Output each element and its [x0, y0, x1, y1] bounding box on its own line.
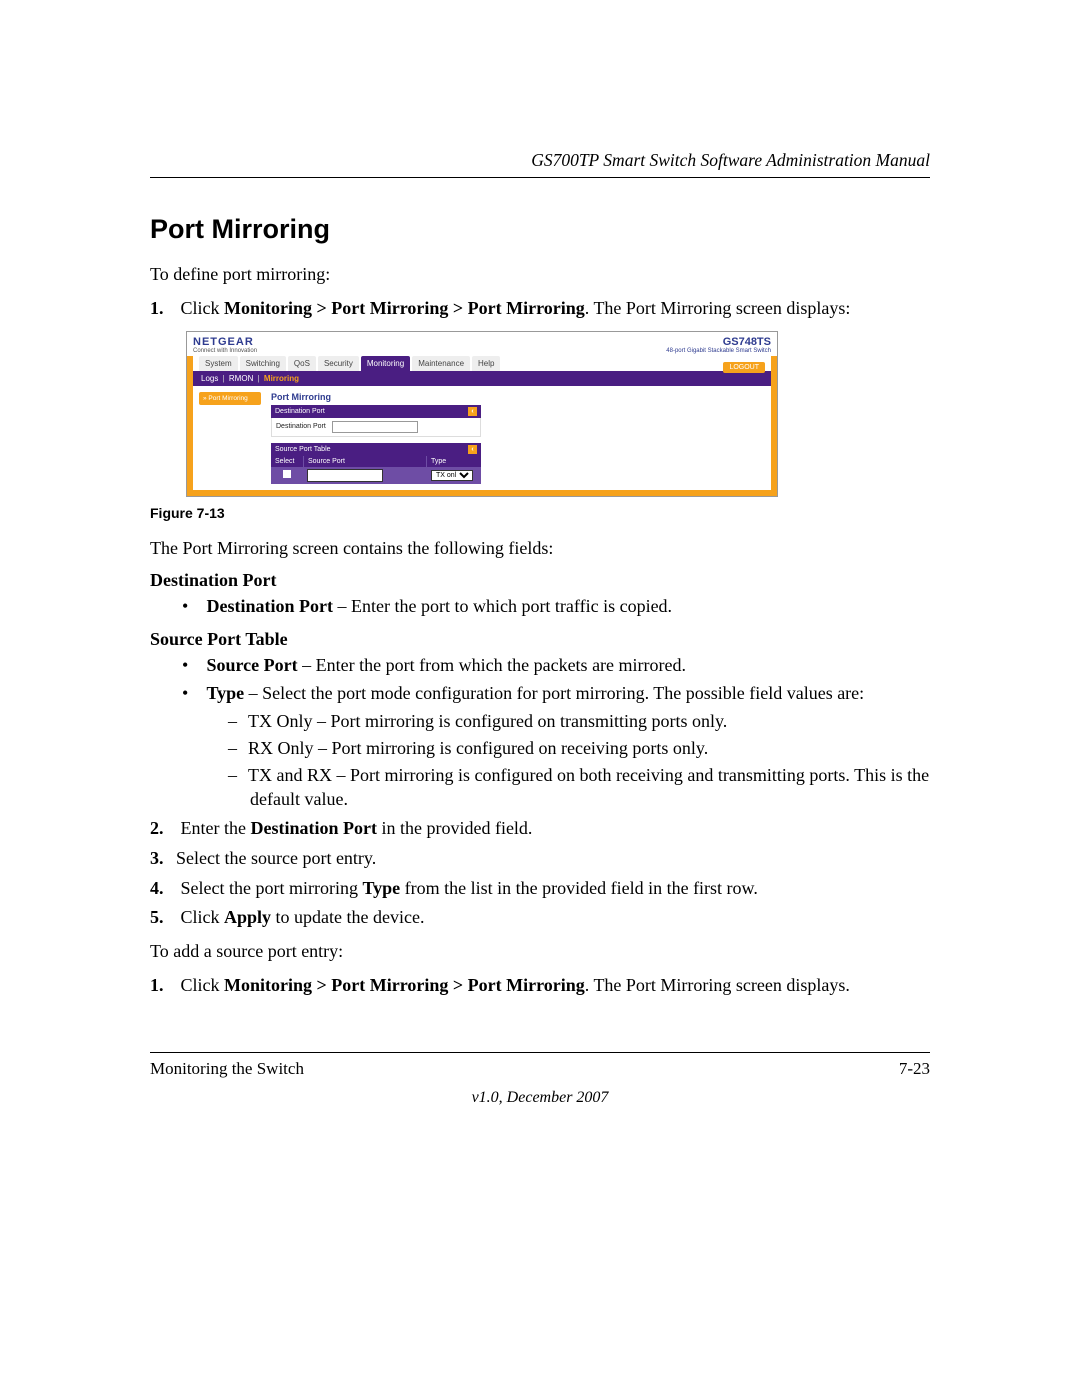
screenshot-header: NETGEAR Connect with Innovation GS748TS …	[187, 332, 777, 356]
figure-screenshot: NETGEAR Connect with Innovation GS748TS …	[186, 331, 778, 497]
tab-maintenance[interactable]: Maintenance	[412, 356, 470, 371]
step4-post: from the list in the provided field in t…	[400, 878, 758, 898]
subnav-logs[interactable]: Logs	[201, 374, 218, 383]
destination-port-row: Destination Port	[271, 418, 481, 437]
step4-pre: Select the port mirroring	[181, 878, 363, 898]
sub-navigation: Logs | RMON | Mirroring	[193, 371, 771, 386]
destination-port-header-label: Destination Port	[275, 408, 325, 415]
figure-caption: Figure 7-13	[150, 505, 930, 521]
tab-system[interactable]: System	[199, 356, 238, 371]
type-value-tx-only: TX Only – Port mirroring is configured o…	[228, 710, 930, 733]
intro-paragraph: To define port mirroring:	[150, 263, 930, 287]
after-figure-paragraph: The Port Mirroring screen contains the f…	[150, 537, 930, 561]
page-footer: Monitoring the Switch 7-23	[150, 1052, 930, 1079]
destination-port-label: Destination Port	[276, 423, 326, 430]
tab-help[interactable]: Help	[472, 356, 500, 371]
collapse-icon[interactable]: ‹	[468, 445, 477, 454]
source-port-table-header: Source Port Table ‹	[271, 443, 481, 456]
subnav-rmon[interactable]: RMON	[229, 374, 253, 383]
logo-block: NETGEAR Connect with Innovation	[193, 336, 257, 354]
sidebar: » Port Mirroring	[199, 392, 261, 484]
logout-button[interactable]: LOGOUT	[723, 362, 765, 373]
destination-port-subheading: Destination Port	[150, 570, 930, 591]
type-value-tx-and-rx: TX and RX – Port mirroring is configured…	[228, 764, 930, 811]
step5-bold: Apply	[224, 907, 271, 927]
add-step1-pre: Click	[181, 975, 225, 995]
add-step1-post: . The Port Mirroring screen displays.	[585, 975, 850, 995]
row-select-checkbox[interactable]	[283, 470, 291, 478]
netgear-logo: NETGEAR	[193, 336, 257, 348]
tab-security[interactable]: Security	[318, 356, 359, 371]
subnav-mirroring[interactable]: Mirroring	[264, 374, 299, 383]
source-port-bullets: Source Port – Enter the port from which …	[182, 654, 930, 811]
dest-bullet-desc: – Enter the port to which port traffic i…	[333, 596, 672, 616]
version-line: v1.0, December 2007	[150, 1089, 930, 1107]
logo-tagline: Connect with Innovation	[193, 348, 257, 354]
step-4: Select the port mirroring Type from the …	[150, 877, 930, 901]
step1-pre: Click	[181, 298, 225, 318]
source-port-input[interactable]	[307, 469, 383, 482]
product-description: 48-port Gigabit Stackable Smart Switch	[666, 348, 771, 354]
step2-pre: Enter the	[181, 818, 251, 838]
main-panel: Port Mirroring Destination Port ‹ Destin…	[271, 392, 481, 484]
footer-left: Monitoring the Switch	[150, 1059, 304, 1079]
procedure-steps-1: Click Monitoring > Port Mirroring > Port…	[150, 297, 930, 321]
destination-port-input[interactable]	[332, 421, 418, 433]
separator: |	[258, 374, 260, 383]
product-info: GS748TS 48-port Gigabit Stackable Smart …	[666, 336, 771, 354]
step-1: Click Monitoring > Port Mirroring > Port…	[150, 297, 930, 321]
tab-switching[interactable]: Switching	[240, 356, 286, 371]
document-page: GS700TP Smart Switch Software Administra…	[150, 150, 930, 1107]
src-b2-desc: – Select the port mode configuration for…	[244, 683, 864, 703]
step2-post: in the provided field.	[377, 818, 532, 838]
sidebar-item-port-mirroring[interactable]: » Port Mirroring	[199, 392, 261, 405]
source-port-table-label: Source Port Table	[275, 446, 331, 453]
col-type: Type	[427, 456, 481, 467]
separator: |	[223, 374, 225, 383]
col-source-port: Source Port	[304, 456, 427, 467]
src-b1-term: Source Port	[207, 655, 298, 675]
step-2: Enter the Destination Port in the provid…	[150, 817, 930, 841]
procedure-steps-2: Enter the Destination Port in the provid…	[150, 817, 930, 930]
dest-bullet: Destination Port – Enter the port to whi…	[182, 595, 930, 619]
add-step1-bold: Monitoring > Port Mirroring > Port Mirro…	[224, 975, 585, 995]
screenshot-body: » Port Mirroring Port Mirroring Destinat…	[193, 386, 771, 490]
add-procedure-steps: Click Monitoring > Port Mirroring > Port…	[150, 974, 930, 998]
type-select[interactable]: TX only	[431, 470, 473, 481]
source-port-subheading: Source Port Table	[150, 629, 930, 650]
step5-post: to update the device.	[271, 907, 424, 927]
tab-monitoring[interactable]: Monitoring	[361, 356, 410, 371]
section-heading: Port Mirroring	[150, 214, 930, 245]
page-header: GS700TP Smart Switch Software Administra…	[150, 150, 930, 178]
source-table-row: TX only	[271, 467, 481, 484]
add-step-1: Click Monitoring > Port Mirroring > Port…	[150, 974, 930, 998]
src-b2-term: Type	[207, 683, 245, 703]
footer-right: 7-23	[899, 1059, 930, 1079]
destination-port-bullets: Destination Port – Enter the port to whi…	[182, 595, 930, 619]
step1-path: Monitoring > Port Mirroring > Port Mirro…	[224, 298, 585, 318]
collapse-icon[interactable]: ‹	[468, 407, 477, 416]
step5-pre: Click	[181, 907, 225, 927]
step2-bold: Destination Port	[250, 818, 376, 838]
src-bullet-2: Type – Select the port mode configuratio…	[182, 682, 930, 811]
source-table-columns: Select Source Port Type	[271, 456, 481, 467]
type-values-list: TX Only – Port mirroring is configured o…	[228, 710, 930, 812]
dest-bullet-term: Destination Port	[207, 596, 333, 616]
tab-qos[interactable]: QoS	[288, 356, 316, 371]
col-select: Select	[271, 456, 304, 467]
src-bullet-1: Source Port – Enter the port from which …	[182, 654, 930, 678]
src-b1-desc: – Enter the port from which the packets …	[298, 655, 686, 675]
step-3: Select the source port entry.	[150, 847, 930, 871]
step-5: Click Apply to update the device.	[150, 906, 930, 930]
product-model: GS748TS	[666, 336, 771, 348]
primary-tabs: System Switching QoS Security Monitoring…	[193, 356, 771, 371]
step4-bold: Type	[362, 878, 400, 898]
type-value-rx-only: RX Only – Port mirroring is configured o…	[228, 737, 930, 760]
destination-port-header: Destination Port ‹	[271, 405, 481, 418]
step1-post: . The Port Mirroring screen displays:	[585, 298, 851, 318]
add-intro: To add a source port entry:	[150, 940, 930, 964]
panel-title: Port Mirroring	[271, 392, 481, 402]
